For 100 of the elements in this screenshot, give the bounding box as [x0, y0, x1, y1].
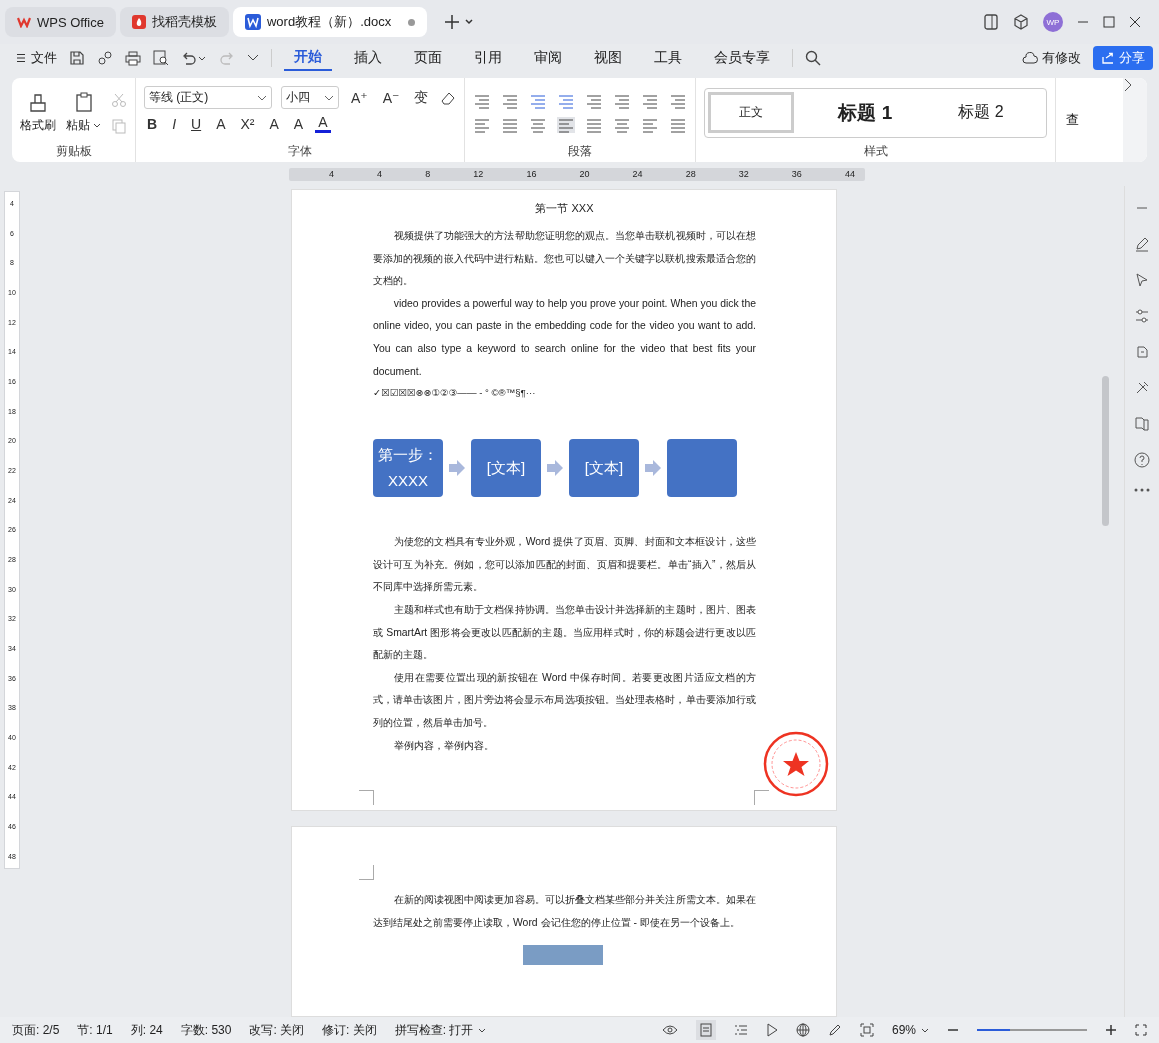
caret-icon [478, 1027, 487, 1033]
group-label: 字体 [287, 143, 314, 160]
align-icon[interactable] [557, 116, 576, 133]
share-button[interactable]: 分享 [1093, 46, 1153, 70]
align-icon[interactable] [585, 116, 604, 133]
align-icon[interactable] [613, 116, 632, 133]
font-tool-button[interactable]: A [315, 114, 331, 133]
process-step-box: 第一步：XXXX [373, 439, 443, 498]
play-icon[interactable] [765, 1023, 778, 1037]
indent-icon[interactable] [529, 92, 548, 109]
ribbon-tab[interactable]: 会员专享 [704, 46, 780, 70]
dropdown-caret-icon[interactable] [247, 54, 259, 62]
list-icon[interactable] [473, 92, 492, 109]
search-icon[interactable] [805, 50, 821, 66]
sliders-icon[interactable] [1134, 308, 1150, 324]
pen-icon[interactable] [1134, 236, 1150, 252]
document-tab[interactable]: WPS Office [5, 7, 116, 37]
book-icon[interactable] [1134, 416, 1150, 432]
style-option[interactable]: 标题 2 [936, 94, 1026, 131]
fit-screen-icon[interactable] [859, 1023, 874, 1037]
find-button[interactable]: 查 [1065, 111, 1079, 129]
align-icon[interactable] [501, 116, 520, 133]
ruler-number: 24 [632, 169, 643, 179]
zoom-level-select[interactable]: 69% [891, 1023, 929, 1037]
ribbon-tab[interactable]: 引用 [464, 46, 512, 70]
ribbon-tab[interactable]: 工具 [644, 46, 692, 70]
pen-icon[interactable] [827, 1023, 842, 1037]
globe-icon[interactable] [795, 1023, 810, 1037]
ribbon-tab[interactable]: 审阅 [524, 46, 572, 70]
ribbon-tab[interactable]: 插入 [344, 46, 392, 70]
flame-logo-icon [131, 15, 146, 29]
font-tool-button[interactable]: A [213, 115, 229, 132]
ribbon-tab[interactable]: 视图 [584, 46, 632, 70]
fullscreen-icon[interactable] [1135, 1024, 1147, 1036]
align-icon[interactable] [669, 116, 688, 133]
file-menu[interactable]: 文件 [16, 49, 57, 67]
page-icon [699, 1023, 712, 1037]
eye-icon[interactable] [661, 1024, 678, 1036]
spell-check-toggle[interactable]: 拼写检查: 打开 [394, 1021, 487, 1039]
seal-stamp-drawing [762, 730, 830, 798]
align-icon[interactable] [529, 116, 548, 133]
tools-icon[interactable] [1134, 380, 1150, 396]
process-step-box [667, 439, 737, 498]
ruler-number: 32 [738, 169, 749, 179]
paragraph-tool-icon[interactable] [669, 92, 688, 109]
cube-icon[interactable] [1013, 14, 1029, 30]
save-icon[interactable] [69, 50, 85, 66]
format-painter-button[interactable]: 格式刷 [20, 91, 56, 134]
undo-icon[interactable] [181, 50, 207, 66]
user-avatar[interactable]: WP [1043, 12, 1063, 32]
document-tab[interactable]: 找稻壳模板 [119, 7, 229, 37]
ruler-number: 8 [425, 169, 431, 179]
ribbon-tab[interactable]: 页面 [404, 46, 452, 70]
group-label: 样式 [862, 143, 889, 160]
indent-icon[interactable] [557, 92, 576, 109]
font-tool-button[interactable]: A [290, 115, 307, 132]
page-view-button[interactable] [695, 1020, 716, 1040]
font-family-select[interactable]: 等线 (正文) [144, 86, 272, 109]
font-tool-button[interactable]: A⁺ [348, 89, 371, 106]
print-icon[interactable] [125, 50, 141, 66]
align-icon[interactable] [473, 116, 492, 133]
font-tool-button[interactable]: B [144, 115, 161, 132]
ruler-number: 44 [844, 169, 855, 179]
cursor-icon[interactable] [1134, 272, 1150, 288]
ruler-number: 28 [685, 169, 696, 179]
outline-icon[interactable] [733, 1024, 748, 1036]
close-icon[interactable] [1129, 16, 1141, 28]
style-option[interactable]: 正文 [708, 92, 795, 133]
changes-button[interactable]: 有修改 [1022, 49, 1081, 67]
font-tool-button[interactable]: 变 [411, 88, 432, 107]
body-paragraph: 使用在需要位置出现的新按钮在 Word 中保存时间。若要更改图片适应文档的方式，请单击该图片，图片旁边将会显示布局选项按钮。当处理表格时，单击要添加行或列的位置，然后单击加号。 [373, 670, 756, 730]
print-preview-icon[interactable] [153, 50, 169, 66]
more-icon[interactable] [1134, 488, 1150, 492]
body-paragraph: 主题和样式也有助于文档保持协调。当您单击设计并选择新的主题时，图片、图表或 SmartArt 图形将会更改以匹配新的主题。当应用样式时，你的标题会进行更改以匹配新的主题。 [373, 602, 756, 663]
maximize-icon[interactable] [1103, 16, 1115, 28]
font-tool-button[interactable]: X² [237, 115, 258, 132]
list-icon[interactable] [501, 92, 520, 109]
ribbon-tab[interactable]: 开始 [284, 45, 332, 71]
paragraph-tool-icon[interactable] [641, 92, 660, 109]
paragraph-tool-icon[interactable] [585, 92, 604, 109]
section-heading: 第一节 XXX [534, 201, 595, 216]
status-text: 列: 24 [130, 1021, 163, 1039]
font-size-select[interactable]: 小四 [281, 86, 339, 109]
window-layout-icon[interactable] [983, 14, 999, 30]
style-option[interactable]: 标题 1 [816, 91, 915, 134]
paragraph-tool-icon[interactable] [613, 92, 632, 109]
font-tool-button[interactable]: A⁻ [379, 89, 403, 106]
new-tab-icon[interactable] [444, 14, 475, 30]
zoom-in-icon[interactable] [1105, 1024, 1117, 1036]
group-label: 剪贴板 [54, 143, 93, 160]
paste-button[interactable]: 粘贴 [66, 91, 101, 134]
font-tool-button[interactable]: U [188, 115, 205, 132]
document-tab[interactable]: word教程（新）.docx [232, 7, 427, 37]
font-tool-button[interactable]: A [266, 115, 282, 132]
align-icon[interactable] [641, 116, 660, 133]
status-text: 页面: 2/5 [12, 1021, 60, 1039]
status-text: 字数: 530 [180, 1021, 232, 1039]
scrollbar-thumb[interactable] [1102, 376, 1109, 526]
help-icon[interactable] [1134, 452, 1150, 468]
font-tool-button[interactable]: I [169, 115, 179, 132]
